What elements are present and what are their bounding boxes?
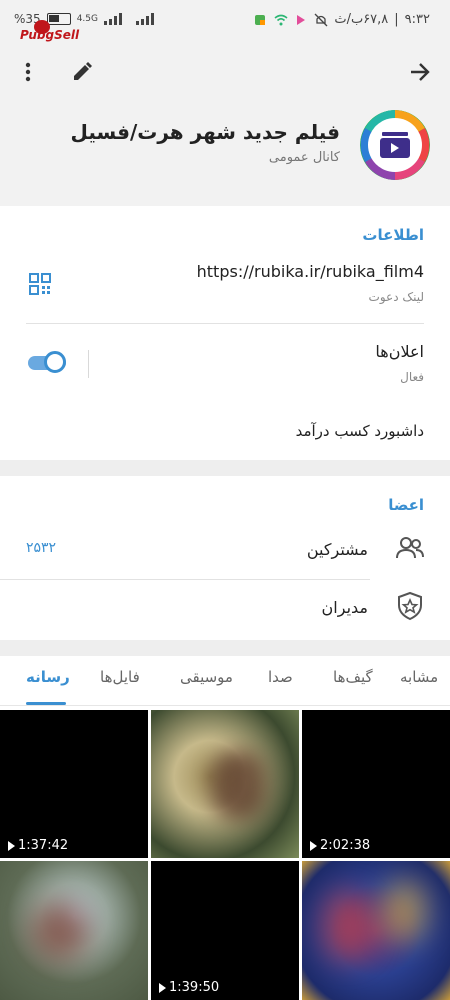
play-icon (8, 840, 15, 851)
channel-avatar[interactable] (360, 110, 430, 180)
media-item[interactable] (302, 861, 450, 1000)
media-item[interactable]: 1:39:50 (151, 861, 299, 1000)
clock: ۹:۳۲ (404, 12, 430, 27)
channel-header: فیلم جدید شهر هرت/فسیل کانال عمومی (0, 46, 450, 206)
edit-button[interactable] (64, 54, 100, 90)
divider (26, 323, 424, 324)
signal-icon (103, 13, 122, 25)
notifications-label: اعلان‌ها (375, 342, 424, 361)
play-app-icon (297, 14, 306, 25)
pencil-icon (74, 62, 92, 80)
members-section-title: اعضا (388, 496, 424, 514)
puzzle-app-icon (255, 14, 266, 25)
invite-link[interactable]: https://rubika.ir/rubika_film4 (197, 262, 424, 281)
network-label: 4.5G (76, 14, 98, 24)
play-icon (310, 840, 317, 851)
date: ۶۷,۸ب/ث (334, 12, 389, 27)
subscribers-label: مشترکین (306, 540, 368, 559)
qr-code-icon (29, 273, 51, 295)
mute-icon (314, 13, 328, 26)
channel-title: فیلم جدید شهر هرت/فسیل (70, 120, 340, 144)
dashboard-link[interactable]: داشبورد کسب درآمد (296, 422, 424, 440)
divider (0, 579, 370, 580)
tab-voice[interactable]: صدا (268, 668, 293, 686)
arrow-right-icon (411, 63, 430, 81)
info-section-title: اطلاعات (362, 226, 424, 244)
members-section: اعضا (0, 476, 450, 640)
invite-link-label: لینک دعوت (368, 290, 424, 304)
video-duration: 2:02:38 (310, 838, 370, 853)
tab-indicator (26, 702, 66, 705)
tab-music[interactable]: موسیقی (180, 668, 233, 686)
people-icon (396, 537, 424, 559)
admins-label: مدیران (321, 598, 368, 617)
notifications-toggle[interactable] (26, 350, 68, 374)
tab-files[interactable]: فایل‌ها (100, 668, 140, 686)
toggle-knob (44, 351, 66, 373)
channel-type: کانال عمومی (268, 150, 340, 165)
watermark-logo: PubgSell (18, 20, 79, 46)
more-vert-icon (25, 62, 31, 82)
play-icon (159, 982, 166, 993)
tab-media[interactable]: رسانه (26, 668, 70, 686)
subscribers-count: ۲۵۳۲ (26, 540, 57, 556)
tab-similar[interactable]: مشابه (400, 668, 438, 686)
status-right: ۹:۳۲ | ۶۷,۸ب/ث (254, 12, 430, 27)
wifi-app-icon (274, 14, 288, 25)
qr-code-button[interactable] (28, 272, 52, 296)
signal-icon-2 (135, 13, 154, 25)
more-menu-button[interactable] (10, 54, 46, 90)
shield-star-icon (398, 591, 422, 621)
notifications-state: فعال (400, 370, 424, 384)
status-bar: %35 4.5G PubgSell ۹:۳۲ | ۶۷,۸ب/ث (0, 0, 450, 46)
media-tabs: رسانه فایل‌ها موسیقی صدا گیف‌ها مشابه (0, 656, 450, 706)
video-duration: 1:39:50 (159, 980, 219, 995)
section-gap (0, 460, 450, 476)
tab-gifs[interactable]: گیف‌ها (333, 668, 373, 686)
media-item[interactable] (151, 710, 299, 858)
section-gap (0, 640, 450, 656)
video-duration: 1:37:42 (8, 838, 68, 853)
media-item[interactable] (0, 861, 148, 1000)
media-item[interactable]: 1:37:42 (0, 710, 148, 858)
toggle-separator (88, 350, 89, 378)
back-button[interactable] (402, 54, 438, 90)
media-item[interactable]: 2:02:38 (302, 710, 450, 858)
